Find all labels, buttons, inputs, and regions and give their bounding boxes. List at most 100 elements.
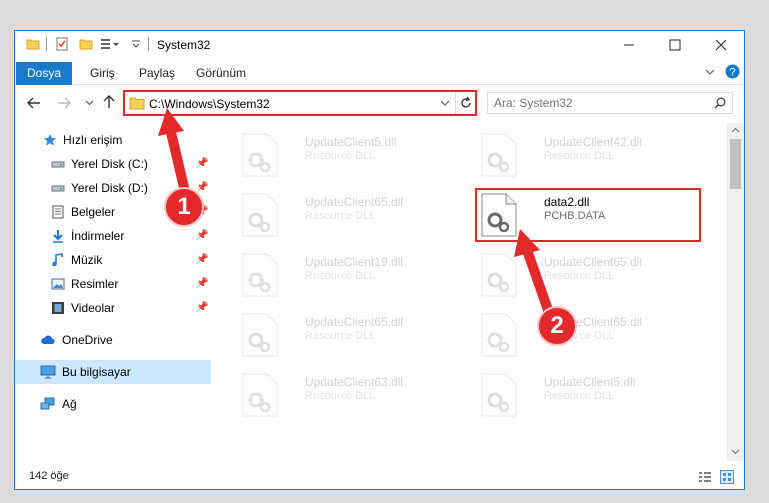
sidebar-item-label: Belgeler	[71, 205, 116, 219]
separator	[455, 92, 456, 114]
maximize-icon	[669, 39, 681, 51]
large-icons-view-icon[interactable]	[720, 470, 734, 484]
back-arrow-icon[interactable]	[27, 97, 41, 109]
file-type: Resource DLL	[544, 390, 615, 402]
dll-file-icon	[481, 253, 517, 297]
file-type: Resource DLL	[305, 210, 376, 222]
sidebar-item-label: Resimler	[71, 277, 119, 291]
file-item[interactable]: UpdateClient65.dll Resource DLL	[233, 189, 463, 247]
sidebar-item-network[interactable]: Ağ	[15, 392, 211, 416]
tab-view[interactable]: Görünüm	[194, 63, 248, 85]
properties-icon[interactable]	[55, 37, 69, 51]
file-item[interactable]: UpdateClient65.dll Resource DLL	[233, 309, 463, 367]
new-folder-icon[interactable]	[79, 37, 93, 51]
chevron-down-icon[interactable]	[131, 37, 141, 51]
file-name: UpdateClient19.dll	[305, 255, 404, 269]
search-box[interactable]	[487, 92, 733, 114]
separator	[148, 37, 149, 51]
scroll-down-icon[interactable]	[731, 449, 740, 455]
file-name: UpdateClient42.dll	[544, 135, 643, 149]
file-item-data2-dll[interactable]: data2.dll PCHB.DATA	[472, 189, 702, 247]
pin-icon: 📌	[196, 230, 209, 241]
file-item[interactable]: UpdateClient19.dll Resource DLL	[233, 249, 463, 307]
sidebar-item-label: OneDrive	[62, 333, 113, 347]
file-name: UpdateClient63.dll	[305, 375, 404, 389]
tab-home[interactable]: Giriş	[88, 63, 117, 85]
item-count: 142 öğe	[29, 470, 69, 482]
sidebar-item-onedrive[interactable]: OneDrive	[15, 328, 211, 352]
up-arrow-icon[interactable]	[103, 95, 115, 109]
sidebar-item-label: Yerel Disk (D:)	[71, 181, 148, 195]
refresh-icon[interactable]	[459, 96, 473, 110]
download-icon	[53, 230, 63, 243]
sidebar-item-label: Ağ	[62, 397, 77, 411]
sidebar-item-music[interactable]: Müzik 📌	[15, 248, 211, 272]
sidebar-item-this-pc[interactable]: Bu bilgisayar	[15, 360, 211, 384]
file-item[interactable]: UpdateClient63.dll Resource DLL	[233, 369, 463, 427]
tab-share[interactable]: Paylaş	[137, 63, 177, 85]
file-type: Resource DLL	[305, 270, 376, 282]
folder-icon	[129, 97, 145, 110]
sidebar-item-videos[interactable]: Videolar 📌	[15, 296, 211, 320]
minimize-button[interactable]	[606, 31, 652, 59]
dll-file-icon	[481, 373, 517, 417]
sidebar-item-local-disk-c[interactable]: Yerel Disk (C:) 📌	[15, 152, 211, 176]
details-view-icon[interactable]	[698, 471, 712, 483]
sidebar-item-pictures[interactable]: Resimler 📌	[15, 272, 211, 296]
file-type: Resource DLL	[544, 270, 615, 282]
video-icon	[52, 302, 64, 314]
folder-icon	[26, 39, 40, 50]
star-icon	[44, 134, 56, 146]
sidebar-item-quick-access[interactable]: Hızlı erişim	[15, 128, 211, 152]
tab-file[interactable]: Dosya	[16, 62, 72, 85]
file-item[interactable]: UpdateClient42.dll Resource DLL	[472, 129, 702, 187]
customize-quick-access-icon[interactable]	[100, 37, 120, 51]
file-item[interactable]: UpdateClient5.dll Resource DLL	[472, 369, 702, 427]
sidebar-item-label: Yerel Disk (C:)	[71, 157, 148, 171]
scroll-up-icon[interactable]	[731, 127, 740, 133]
callout-1: 1	[164, 187, 204, 227]
scrollbar-thumb[interactable]	[730, 139, 741, 189]
pin-icon: 📌	[196, 302, 209, 313]
vertical-scrollbar[interactable]	[727, 123, 744, 461]
dll-file-icon	[242, 373, 278, 417]
sidebar-item-label: Videolar	[71, 301, 115, 315]
sidebar-item-label: Bu bilgisayar	[62, 365, 131, 379]
dll-file-icon	[242, 253, 278, 297]
drive-icon	[51, 185, 65, 192]
pin-icon: 📌	[196, 182, 209, 193]
ribbon: Dosya Giriş Paylaş Görünüm ?	[15, 59, 744, 85]
file-name: UpdateClient65.dll	[305, 195, 404, 209]
sidebar-item-downloads[interactable]: İndirmeler 📌	[15, 224, 211, 248]
forward-arrow-icon[interactable]	[57, 97, 71, 109]
callout-2: 2	[537, 306, 577, 346]
address-bar[interactable]: C:\Windows\System32	[123, 90, 477, 116]
minimize-icon	[624, 44, 634, 46]
dll-file-icon	[481, 133, 517, 177]
file-type: Resource DLL	[305, 390, 376, 402]
separator	[46, 37, 47, 51]
sidebar-item-label: Hızlı erişim	[63, 133, 123, 147]
file-item[interactable]: UpdateClient5.dll Resource DLL	[233, 129, 463, 187]
file-item[interactable]: UpdateClient65.dll Resource DLL	[472, 249, 702, 307]
cloud-icon	[41, 335, 55, 344]
chevron-down-icon[interactable]	[440, 99, 450, 107]
close-button[interactable]	[698, 31, 744, 59]
dll-file-icon	[481, 193, 517, 237]
pictures-icon	[51, 278, 65, 290]
file-item[interactable]: UpdateClient65.dll Resource DLL	[472, 309, 702, 367]
title-bar: System32	[15, 31, 744, 59]
help-icon[interactable]: ?	[725, 64, 740, 79]
window-title: System32	[157, 38, 211, 52]
search-input[interactable]	[494, 95, 704, 111]
status-bar: 142 öğe	[15, 463, 744, 489]
dll-file-icon	[481, 313, 517, 357]
navigation-pane: Hızlı erişim Yerel Disk (C:) 📌 Yerel Dis…	[15, 123, 211, 461]
music-icon	[52, 253, 63, 267]
network-icon	[40, 397, 55, 410]
file-name: UpdateClient65.dll	[544, 255, 643, 269]
expand-ribbon-icon[interactable]	[705, 67, 715, 77]
recent-locations-icon[interactable]	[85, 99, 94, 107]
file-type: Resource DLL	[305, 150, 376, 162]
maximize-button[interactable]	[652, 31, 698, 59]
